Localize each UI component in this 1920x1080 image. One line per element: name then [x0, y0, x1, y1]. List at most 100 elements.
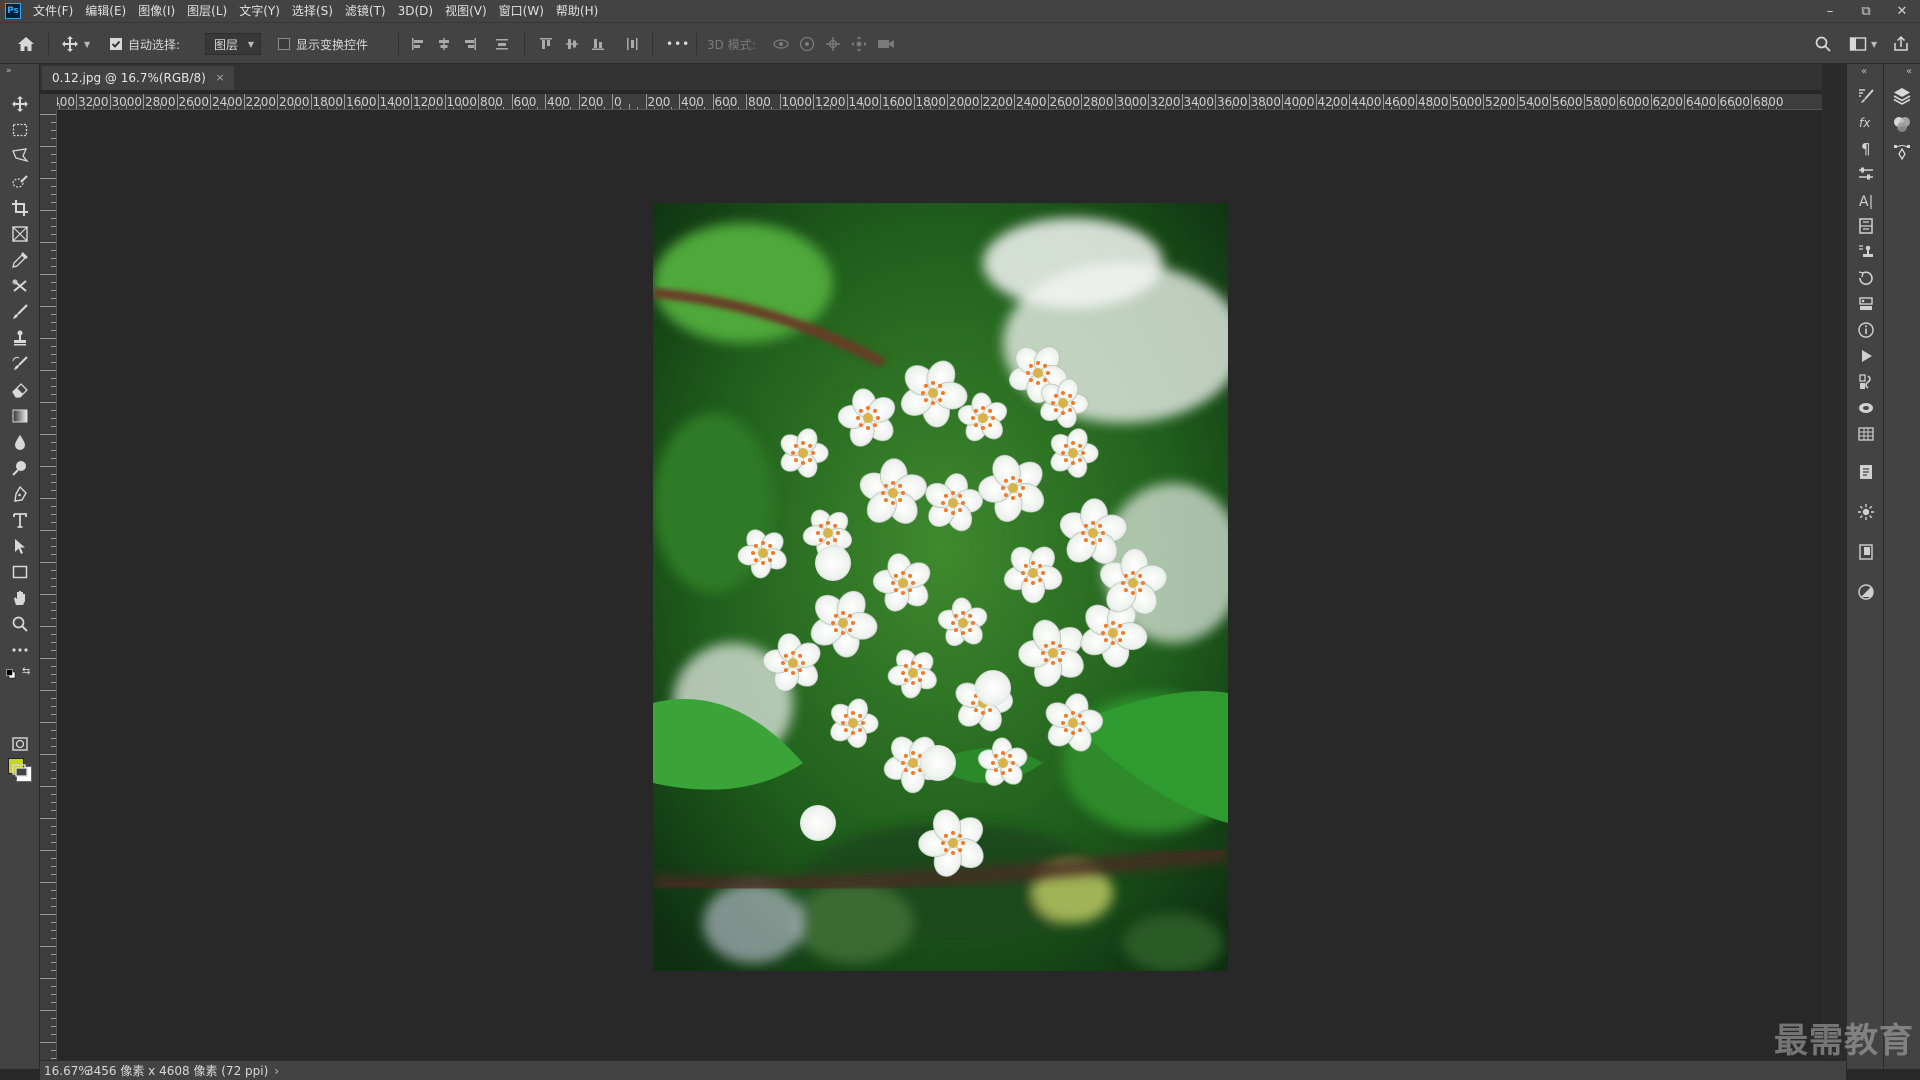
- quick-mask-button[interactable]: [8, 732, 32, 756]
- screen-mode-button[interactable]: [8, 758, 32, 782]
- history-brush-tool[interactable]: [8, 352, 32, 376]
- libraries-panel-button[interactable]: [1854, 540, 1878, 564]
- distribute-horizontal-button[interactable]: [624, 23, 640, 65]
- more-options-button[interactable]: •••: [666, 23, 690, 65]
- layers-panel-button[interactable]: [1890, 84, 1914, 108]
- zoom-tool[interactable]: [8, 612, 32, 636]
- menu-item[interactable]: 图层(L): [181, 0, 233, 22]
- gradient-tool[interactable]: [8, 404, 32, 428]
- menu-item[interactable]: 选择(S): [286, 0, 339, 22]
- default-colors-icon[interactable]: [6, 668, 16, 679]
- info-panel-button[interactable]: [1854, 318, 1878, 342]
- menu-item[interactable]: 编辑(E): [79, 0, 132, 22]
- status-menu-arrow-icon[interactable]: ›: [274, 1064, 279, 1078]
- tool-preset-picker[interactable]: ▼: [61, 23, 90, 65]
- home-button[interactable]: [16, 23, 36, 65]
- align-bottom-button[interactable]: [590, 23, 606, 65]
- menu-item[interactable]: 视图(V): [439, 0, 493, 22]
- 3d-pan-button[interactable]: [824, 23, 842, 65]
- paragraph-panel-button[interactable]: ¶: [1854, 136, 1878, 160]
- swap-colors-icon[interactable]: ⇆: [22, 666, 30, 677]
- workspace-switcher[interactable]: ▼: [1849, 23, 1877, 65]
- layer-comps-panel-button[interactable]: [1854, 292, 1878, 316]
- document-image[interactable]: [653, 203, 1228, 971]
- menu-item[interactable]: 文字(Y): [233, 0, 286, 22]
- align-right-button[interactable]: [462, 23, 478, 65]
- restore-button[interactable]: ⧉: [1848, 0, 1884, 22]
- share-button[interactable]: [1892, 23, 1910, 65]
- adjustments-panel-button[interactable]: [1854, 580, 1878, 604]
- menu-item[interactable]: 帮助(H): [550, 0, 604, 22]
- pen-tool[interactable]: [8, 482, 32, 506]
- 3d-roll-button[interactable]: [798, 23, 816, 65]
- swatches-panel-button[interactable]: [1854, 422, 1878, 446]
- ruler-origin[interactable]: [40, 94, 57, 110]
- menu-item[interactable]: 图像(I): [132, 0, 181, 22]
- type-tool[interactable]: [8, 508, 32, 532]
- auto-select-checkbox[interactable]: [110, 38, 122, 50]
- brush-settings-panel-button[interactable]: [1854, 84, 1878, 108]
- layer-select-dropdown[interactable]: 图层 ▼: [205, 33, 262, 55]
- show-transform-toggle[interactable]: 显示变换控件: [278, 23, 368, 65]
- canvas-scrollbar[interactable]: [1822, 64, 1846, 1060]
- tool-presets-panel-button[interactable]: [1854, 240, 1878, 264]
- path-select-tool[interactable]: [8, 534, 32, 558]
- zoom-level[interactable]: 16.67%: [40, 1064, 90, 1078]
- brush-tool[interactable]: [8, 300, 32, 324]
- vertical-ruler[interactable]: [40, 110, 57, 1060]
- menu-item[interactable]: 窗口(W): [493, 0, 550, 22]
- menu-item[interactable]: 3D(D): [392, 0, 439, 22]
- align-middle-v-button[interactable]: [564, 23, 580, 65]
- align-center-h-button[interactable]: [436, 23, 452, 65]
- canvas-area[interactable]: [57, 110, 1822, 1060]
- frame-tool[interactable]: [8, 222, 32, 246]
- search-button[interactable]: [1814, 23, 1832, 65]
- quick-select-tool[interactable]: [8, 170, 32, 194]
- edit-toolbar-button[interactable]: [8, 638, 32, 662]
- minimize-button[interactable]: –: [1812, 0, 1848, 22]
- align-top-button[interactable]: [538, 23, 554, 65]
- 3d-slide-button[interactable]: [850, 23, 868, 65]
- history-panel-button[interactable]: [1854, 266, 1878, 290]
- 3d-panel-button[interactable]: [1854, 396, 1878, 420]
- 3d-orbit-button[interactable]: [772, 23, 790, 65]
- marquee-tool[interactable]: [8, 118, 32, 142]
- navigator-panel-button[interactable]: [1854, 500, 1878, 524]
- character-panel-button[interactable]: A|: [1854, 188, 1878, 212]
- lasso-tool[interactable]: [8, 144, 32, 168]
- paths-panel-button[interactable]: [1854, 370, 1878, 394]
- eraser-tool[interactable]: [8, 378, 32, 402]
- close-window-button[interactable]: ✕: [1884, 0, 1920, 22]
- auto-select-toggle[interactable]: 自动选择:: [110, 23, 180, 65]
- menu-item[interactable]: 滤镜(T): [339, 0, 392, 22]
- channels-panel-button[interactable]: [1890, 112, 1914, 136]
- healing-tool[interactable]: [8, 274, 32, 298]
- horizontal-ruler[interactable]: 3600340032003000280026002400220020001800…: [57, 94, 1822, 110]
- rectangle-tool[interactable]: [8, 560, 32, 584]
- document-tab[interactable]: 0.12.jpg @ 16.7%(RGB/8) ×: [42, 66, 234, 90]
- eyedropper-tool[interactable]: [8, 248, 32, 272]
- clone-source-panel-button[interactable]: fx: [1854, 110, 1878, 134]
- move-tool[interactable]: [8, 92, 32, 116]
- properties-panel-button[interactable]: [1854, 162, 1878, 186]
- blur-tool-icon: [15, 435, 25, 450]
- glyphs-panel-button[interactable]: [1854, 214, 1878, 238]
- align-left-button[interactable]: [410, 23, 426, 65]
- dodge-tool[interactable]: [8, 456, 32, 480]
- clone-stamp-tool[interactable]: [8, 326, 32, 350]
- collapse-dock-icon[interactable]: «: [1906, 66, 1912, 77]
- crop-tool[interactable]: [8, 196, 32, 220]
- actions-panel-button[interactable]: [1854, 344, 1878, 368]
- paths-dock-button[interactable]: [1890, 140, 1914, 164]
- close-tab-icon[interactable]: ×: [216, 71, 225, 84]
- expand-toolbar-icon[interactable]: »: [6, 66, 12, 76]
- hand-tool-icon: [14, 591, 25, 605]
- menu-item[interactable]: 文件(F): [27, 0, 79, 22]
- collapse-panels-icon[interactable]: «: [1861, 66, 1867, 77]
- hand-tool[interactable]: [8, 586, 32, 610]
- distribute-vertical-button[interactable]: [494, 23, 510, 65]
- blur-tool[interactable]: [8, 430, 32, 454]
- show-transform-checkbox[interactable]: [278, 38, 290, 50]
- notes-panel-button[interactable]: [1854, 460, 1878, 484]
- 3d-scale-button[interactable]: [876, 23, 896, 65]
